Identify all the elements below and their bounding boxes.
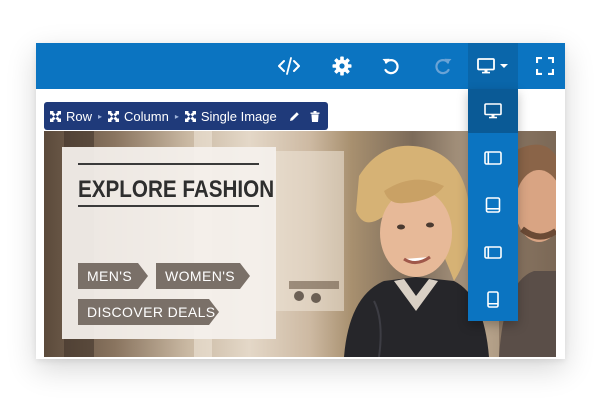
tag-womens-label: WOMEN'S [165,268,236,284]
device-option-desktop[interactable] [468,89,518,133]
tablet-landscape-sidebar-icon [484,245,502,259]
laptop-icon [485,197,501,213]
code-view-button[interactable] [274,43,304,89]
device-option-tablet-landscape-alt[interactable] [468,230,518,274]
breadcrumb-single-image[interactable]: Single Image [181,102,281,130]
move-icon [50,110,61,122]
redo-button[interactable] [428,43,458,89]
breadcrumb-column[interactable]: Column [104,102,173,130]
breadcrumb-column-label: Column [124,108,169,124]
desktop-icon [484,103,502,119]
edit-element-button[interactable] [285,102,305,130]
gear-icon [332,56,352,76]
breadcrumb-separator: ▸ [98,111,103,121]
undo-icon [382,58,399,75]
editor-window: EXPLORE FASHION MEN'S WOMEN'S DISCOVER D… [36,43,565,359]
device-switcher-button[interactable] [468,43,518,89]
hero-headline: EXPLORE FASHION [78,176,275,203]
phone-icon [487,290,499,308]
device-option-tablet-landscape[interactable] [468,136,518,180]
device-menu [468,89,518,321]
tag-discover-deals-label: DISCOVER DEALS [87,304,216,320]
settings-button[interactable] [327,43,357,89]
device-option-phone[interactable] [468,277,518,321]
chevron-down-icon [500,64,508,68]
fullscreen-icon [536,57,554,75]
breadcrumb-separator: ▸ [174,111,179,121]
trash-icon [310,110,320,122]
pencil-icon [290,111,300,121]
top-toolbar [36,43,565,89]
device-option-laptop[interactable] [468,183,518,227]
move-icon [108,110,120,122]
code-icon [278,57,300,75]
breadcrumb-row[interactable]: Row [44,102,96,130]
redo-icon [435,58,452,75]
tag-discover-deals[interactable]: DISCOVER DEALS [78,299,219,325]
tag-mens[interactable]: MEN'S [78,263,148,289]
hero-text-box: EXPLORE FASHION MEN'S WOMEN'S DISCOVER D… [62,147,276,339]
breadcrumb-row-label: Row [66,108,93,124]
monitor-icon [477,58,495,74]
headline-top-rule [78,163,259,165]
tablet-landscape-icon [484,151,502,165]
tag-mens-label: MEN'S [87,268,133,284]
fullscreen-button[interactable] [530,43,560,89]
headline-bottom-rule [78,205,259,207]
breadcrumb-single-image-label: Single Image [200,108,277,124]
delete-element-button[interactable] [305,102,325,130]
element-breadcrumb: Row ▸ Column ▸ Single Image [44,102,328,130]
move-icon [184,110,196,122]
tag-womens[interactable]: WOMEN'S [156,263,250,289]
undo-button[interactable] [376,43,406,89]
